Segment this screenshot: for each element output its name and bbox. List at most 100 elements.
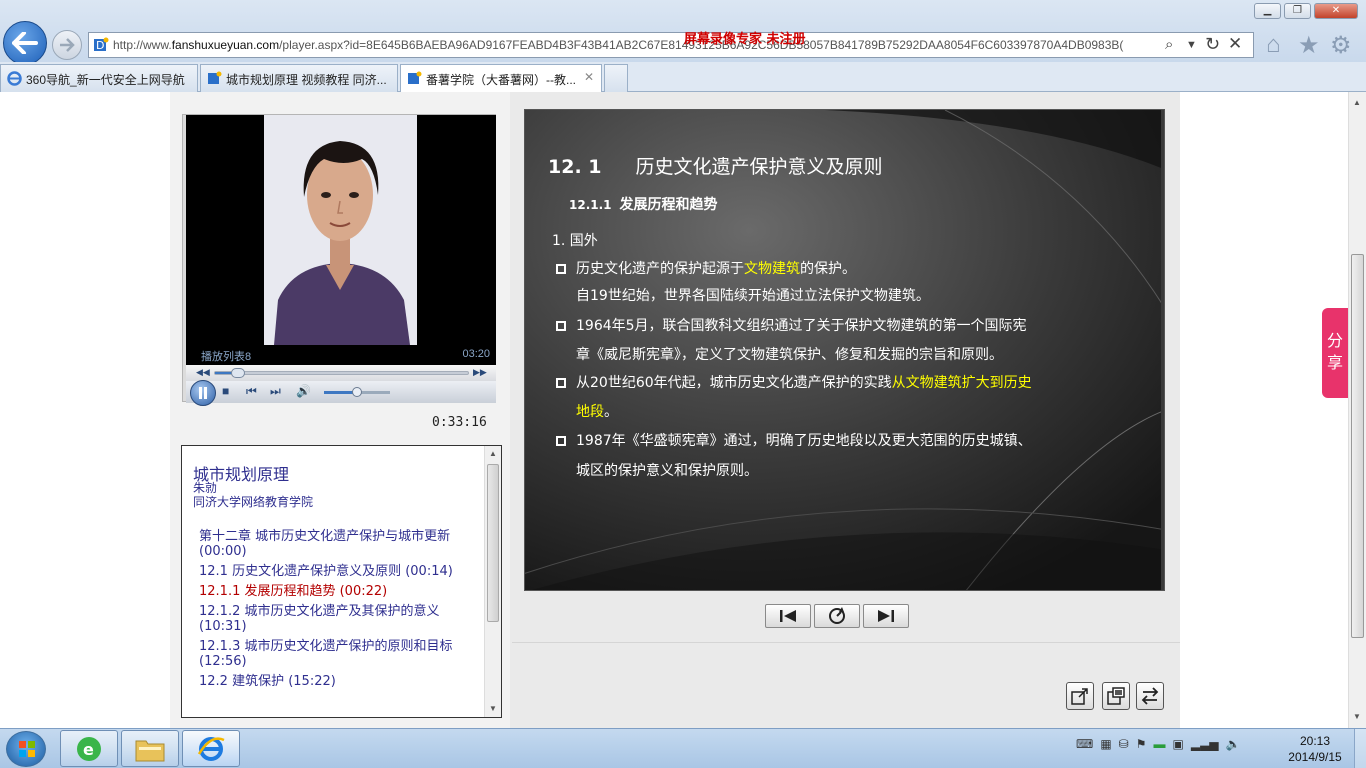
taskbar-360-browser[interactable]: e: [60, 730, 118, 767]
stop-icon[interactable]: ■: [222, 384, 229, 398]
home-icon[interactable]: ⌂: [1266, 31, 1281, 59]
video-time: 03:20: [462, 348, 490, 360]
tab-bar: 360导航_新一代安全上网导航 城市规划原理 视频教程 同济... 番薯学院（大…: [0, 62, 1366, 92]
stop-icon[interactable]: ✕: [1228, 34, 1242, 54]
bullet-box-icon: [556, 321, 566, 331]
fast-forward-icon[interactable]: ▶▶: [473, 367, 487, 378]
start-button[interactable]: [6, 731, 46, 767]
search-icon[interactable]: ⌕: [1165, 36, 1173, 53]
keyboard-icon[interactable]: ⌨: [1076, 737, 1093, 751]
taskbar-grid-icon[interactable]: ▦: [1100, 737, 1111, 751]
clock-date: 2014/9/15: [1288, 750, 1342, 764]
left-panel: 播放列表8 03:20 ◀◀ ▶▶ ■ ⏮ ⏭ 🔊 0:33:16 城市规划原理…: [170, 92, 510, 728]
bullet-box-icon: [556, 378, 566, 388]
chapter-item[interactable]: 12.1 历史文化遗产保护意义及原则 (00:14): [199, 564, 474, 579]
ie-tab-icon: [7, 71, 22, 86]
arrow-right-icon: [60, 38, 75, 52]
pause-button[interactable]: [190, 380, 216, 406]
seek-track[interactable]: [214, 368, 469, 378]
new-tab-button[interactable]: [604, 64, 628, 92]
page-scrollbar[interactable]: ▲ ▼: [1348, 92, 1366, 728]
taskbar-internet-explorer[interactable]: [182, 730, 240, 767]
swap-layout-button[interactable]: [1136, 682, 1164, 710]
previous-track-icon[interactable]: ⏮: [246, 384, 257, 399]
device-icon[interactable]: ▣: [1173, 737, 1184, 751]
skip-back-icon: [780, 610, 796, 622]
dropdown-arrow-icon[interactable]: ▼: [1186, 39, 1197, 51]
scroll-up-icon[interactable]: ▲: [1353, 98, 1361, 107]
outline-scrollbar[interactable]: ▲ ▼: [484, 446, 501, 717]
browser-360-icon: e: [77, 736, 101, 761]
chapter-item[interactable]: 12.2 建筑保护 (15:22): [199, 674, 474, 689]
seek-thumb[interactable]: [231, 368, 246, 378]
close-window-button[interactable]: ✕: [1314, 3, 1358, 19]
next-track-icon[interactable]: ⏭: [270, 384, 281, 399]
replay-button[interactable]: [814, 604, 860, 628]
site-tab-icon: [408, 71, 422, 84]
lecture-slide: 12. 1 历史文化遗产保护意义及原则 12.1.1 发展历程和趋势 1. 国外 历…: [524, 109, 1165, 591]
network-status-icon[interactable]: ⛁: [1119, 737, 1129, 751]
taskbar-file-explorer[interactable]: [121, 730, 179, 767]
url-text[interactable]: http://www.fanshuxueyuan.com/player.aspx…: [113, 38, 1159, 52]
system-clock[interactable]: 20:13 2014/9/15: [1284, 733, 1346, 765]
playlist-label[interactable]: 播放列表8: [201, 348, 251, 364]
outline-scroll-thumb[interactable]: [487, 464, 499, 622]
tab-label: 360导航_新一代安全上网导航: [26, 73, 185, 87]
tab-urban-planning-video[interactable]: 城市规划原理 视频教程 同济...: [200, 64, 398, 92]
volume-slider[interactable]: [324, 387, 390, 397]
scroll-up-icon[interactable]: ▲: [489, 449, 497, 458]
minimize-button[interactable]: ▁: [1254, 3, 1281, 19]
video-screen[interactable]: 播放列表8 03:20: [186, 115, 496, 365]
address-bar[interactable]: D http://www.fanshuxueyuan.com/player.as…: [88, 32, 1254, 58]
pause-icon: [199, 387, 207, 399]
picture-window-icon: [1107, 687, 1125, 705]
page-scroll-thumb[interactable]: [1351, 254, 1364, 638]
arrow-left-icon: [12, 32, 38, 54]
chapter-item[interactable]: 第十二章 城市历史文化遗产保护与城市更新 (00:00): [199, 529, 474, 559]
last-slide-button[interactable]: [863, 604, 909, 628]
svg-text:e: e: [83, 740, 94, 759]
tab-360-nav[interactable]: 360导航_新一代安全上网导航: [0, 64, 198, 92]
scroll-down-icon[interactable]: ▼: [1353, 712, 1361, 721]
settings-gear-icon[interactable]: ⚙: [1330, 31, 1352, 60]
course-outline: 城市规划原理 朱勍 同济大学网络教育学院 第十二章 城市历史文化遗产保护与城市更…: [181, 445, 502, 718]
green-app-icon[interactable]: ▬: [1154, 737, 1166, 751]
show-desktop-button[interactable]: [1354, 729, 1366, 768]
first-slide-button[interactable]: [765, 604, 811, 628]
seek-bar[interactable]: ◀◀ ▶▶: [186, 365, 496, 381]
windows-logo-icon: [19, 741, 35, 757]
slide-subtitle: 12.1.1 发展历程和趋势: [569, 197, 718, 213]
back-button[interactable]: [3, 21, 47, 65]
favorites-star-icon[interactable]: ★: [1298, 31, 1320, 60]
chapter-item-current[interactable]: 12.1.1 发展历程和趋势 (00:22): [199, 584, 474, 599]
slide-section-label: 1. 国外: [552, 233, 598, 249]
rewind-icon[interactable]: ◀◀: [196, 367, 210, 378]
page-content: 播放列表8 03:20 ◀◀ ▶▶ ■ ⏮ ⏭ 🔊 0:33:16 城市规划原理…: [170, 92, 1180, 728]
bullet-box-icon: [556, 264, 566, 274]
tab-fanshu-academy[interactable]: 番薯学院（大番薯网）--教... ✕: [400, 64, 602, 92]
fullscreen-button[interactable]: [1066, 682, 1094, 710]
clock-time: 20:13: [1299, 734, 1331, 748]
volume-icon[interactable]: 🔊: [296, 384, 311, 398]
video-window-button[interactable]: [1102, 682, 1130, 710]
restore-button[interactable]: ❐: [1284, 3, 1311, 19]
player-controls: ■ ⏮ ⏭ 🔊: [186, 380, 496, 406]
refresh-icon[interactable]: ↻: [1205, 34, 1220, 55]
chapter-item[interactable]: 12.1.3 城市历史文化遗产保护的原则和目标 (12:56): [199, 639, 474, 669]
tab-label: 城市规划原理 视频教程 同济...: [226, 73, 387, 87]
forward-button[interactable]: [52, 30, 82, 60]
replay-icon: [829, 607, 845, 624]
speaker-icon[interactable]: 🔈: [1226, 737, 1241, 751]
security-icon[interactable]: ⚑: [1136, 737, 1147, 751]
chapter-item[interactable]: 12.1.2 城市历史文化遗产及其保护的意义 (10:31): [199, 604, 474, 634]
browser-titlebar: D http://www.fanshuxueyuan.com/player.as…: [0, 0, 1366, 65]
share-button[interactable]: 分享: [1322, 308, 1348, 398]
folder-icon: [135, 740, 165, 761]
scroll-down-icon[interactable]: ▼: [489, 704, 497, 713]
recorder-watermark: 屏幕录像专家 未注册: [684, 32, 806, 47]
svg-text:D: D: [96, 39, 104, 52]
volume-thumb[interactable]: [352, 387, 362, 397]
signal-strength-icon[interactable]: ▂▃▅: [1191, 737, 1219, 751]
chapter-list: 第十二章 城市历史文化遗产保护与城市更新 (00:00) 12.1 历史文化遗产…: [199, 529, 474, 694]
close-tab-icon[interactable]: ✕: [584, 70, 594, 84]
